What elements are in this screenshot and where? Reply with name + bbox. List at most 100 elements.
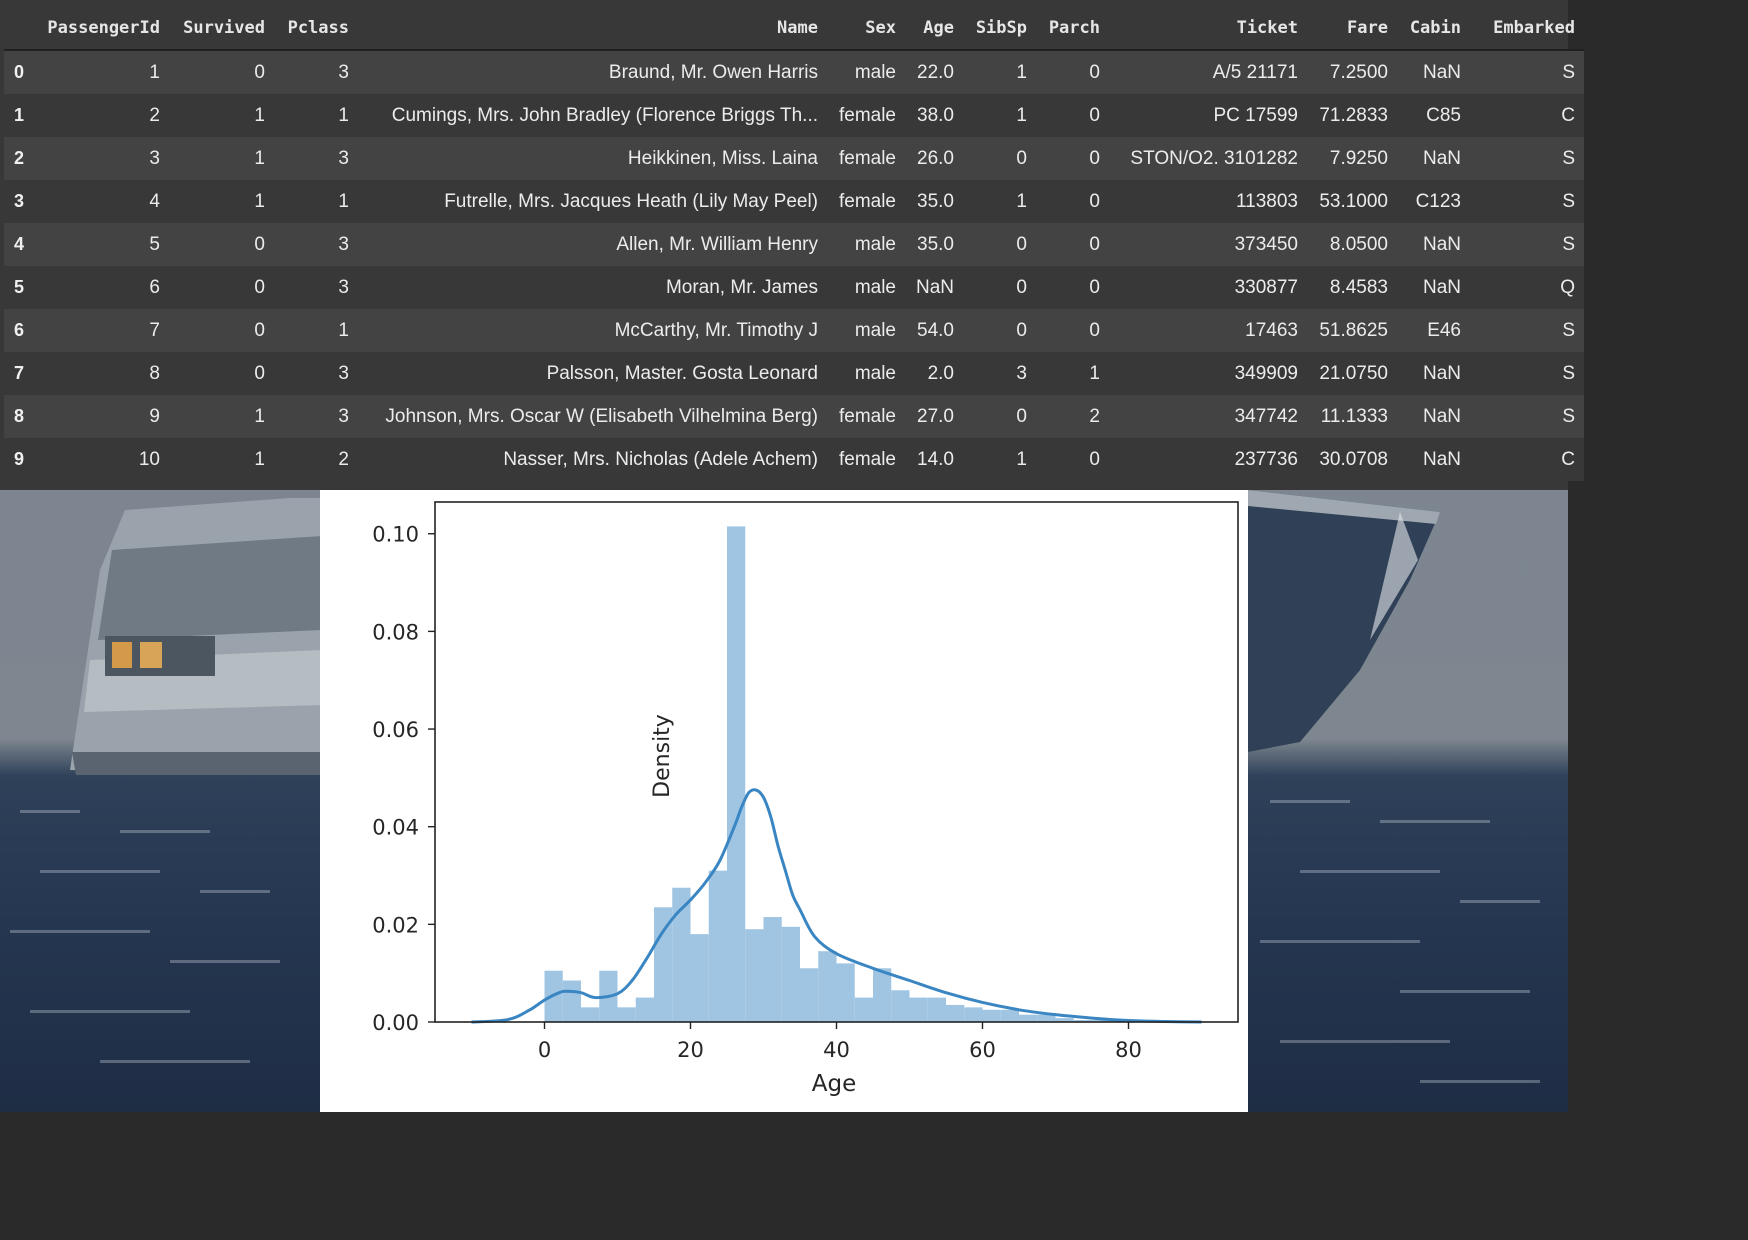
table-cell: 54.0 bbox=[905, 309, 963, 352]
table-cell: male bbox=[827, 266, 905, 309]
table-cell: 3 bbox=[274, 266, 358, 309]
histogram-bar bbox=[708, 870, 727, 1022]
table-cell: Cumings, Mrs. John Bradley (Florence Bri… bbox=[358, 94, 827, 137]
table-cell: A/5 21171 bbox=[1109, 50, 1307, 94]
table-cell: 0 bbox=[963, 266, 1036, 309]
table-cell: 11.1333 bbox=[1307, 395, 1397, 438]
table-cell: 38.0 bbox=[905, 94, 963, 137]
table-cell: S bbox=[1470, 395, 1584, 438]
table-row: 3 4 1 1 Futrelle, Mrs. Jacques Heath (Lily M… bbox=[4, 180, 1584, 223]
table-cell: McCarthy, Mr. Timothy J bbox=[358, 309, 827, 352]
table-cell: 113803 bbox=[1109, 180, 1307, 223]
histogram-bar bbox=[562, 980, 581, 1022]
table-cell: 0 bbox=[169, 50, 274, 94]
y-tick-label: 0.10 bbox=[372, 523, 419, 547]
table-cell: S bbox=[1470, 50, 1584, 94]
table-cell: male bbox=[827, 223, 905, 266]
cruise-ship-left bbox=[70, 498, 322, 775]
column-header: Parch bbox=[1036, 6, 1109, 51]
x-axis-ticks: 0 20 40 60 80 bbox=[538, 1022, 1142, 1062]
table-cell: 22.0 bbox=[905, 50, 963, 94]
row-index: 5 bbox=[4, 266, 40, 309]
table-cell: 1 bbox=[274, 309, 358, 352]
table-row: 7 8 0 3 Palsson, Master. Gosta Leonard male 2.… bbox=[4, 352, 1584, 395]
table-cell: NaN bbox=[1397, 266, 1470, 309]
column-header: Survived bbox=[169, 6, 274, 51]
table-cell: NaN bbox=[1397, 137, 1470, 180]
table-cell: S bbox=[1470, 180, 1584, 223]
table-cell: 3 bbox=[274, 50, 358, 94]
table-cell: 51.8625 bbox=[1307, 309, 1397, 352]
x-tick-label: 80 bbox=[1115, 1038, 1142, 1062]
table-cell: 17463 bbox=[1109, 309, 1307, 352]
table-cell: 21.0750 bbox=[1307, 352, 1397, 395]
table-cell: NaN bbox=[1397, 223, 1470, 266]
table-cell: female bbox=[827, 137, 905, 180]
histogram-bar bbox=[909, 997, 928, 1022]
table-cell: 0 bbox=[1036, 438, 1109, 481]
table-cell: 0 bbox=[169, 309, 274, 352]
table-cell: 349909 bbox=[1109, 352, 1307, 395]
table-cell: 0 bbox=[169, 352, 274, 395]
table-cell: 0 bbox=[169, 223, 274, 266]
table-cell: 1 bbox=[963, 438, 1036, 481]
index-header bbox=[4, 6, 40, 51]
histogram-bars bbox=[544, 526, 1129, 1022]
table-cell: 9 bbox=[40, 395, 169, 438]
row-index: 6 bbox=[4, 309, 40, 352]
table-cell: female bbox=[827, 180, 905, 223]
table-cell: 3 bbox=[963, 352, 1036, 395]
table-cell: 1 bbox=[40, 50, 169, 94]
table-cell: Allen, Mr. William Henry bbox=[358, 223, 827, 266]
table-row: 1 2 1 1 Cumings, Mrs. John Bradley (Florence… bbox=[4, 94, 1584, 137]
row-index: 9 bbox=[4, 438, 40, 481]
dataframe-output: PassengerId Survived Pclass Name Sex Age SibSp… bbox=[0, 0, 1584, 490]
table-cell: NaN bbox=[905, 266, 963, 309]
histogram-bar bbox=[1019, 1014, 1038, 1022]
histogram-bar bbox=[635, 997, 654, 1022]
table-cell: 0 bbox=[1036, 137, 1109, 180]
table-cell: 2 bbox=[274, 438, 358, 481]
table-row: 8 9 1 3 Johnson, Mrs. Oscar W (Elisabeth Vil… bbox=[4, 395, 1584, 438]
chart-canvas: 0 20 40 60 80 0.00 0.02 0.04 0.06 0.08 0.10 Age D… bbox=[372, 501, 1239, 1097]
table-cell: female bbox=[827, 94, 905, 137]
table-cell: E46 bbox=[1397, 309, 1470, 352]
table-cell: Heikkinen, Miss. Laina bbox=[358, 137, 827, 180]
table-cell: 0 bbox=[1036, 50, 1109, 94]
table-cell: 2.0 bbox=[905, 352, 963, 395]
table-cell: 1 bbox=[963, 50, 1036, 94]
histogram-bar bbox=[818, 951, 837, 1022]
table-cell: C bbox=[1470, 438, 1584, 481]
table-cell: 30.0708 bbox=[1307, 438, 1397, 481]
histogram-bar bbox=[690, 934, 709, 1022]
table-cell: Q bbox=[1470, 266, 1584, 309]
table-cell: 0 bbox=[963, 395, 1036, 438]
table-cell: NaN bbox=[1397, 395, 1470, 438]
table-cell: 2 bbox=[40, 94, 169, 137]
table-cell: 14.0 bbox=[905, 438, 963, 481]
y-tick-label: 0.02 bbox=[372, 913, 419, 937]
column-header: Sex bbox=[827, 6, 905, 51]
table-cell: 7 bbox=[40, 309, 169, 352]
table-cell: 1 bbox=[169, 94, 274, 137]
histogram-bar bbox=[800, 968, 819, 1022]
table-row: 2 3 1 3 Heikkinen, Miss. Laina female 26.0 0 0 ST… bbox=[4, 137, 1584, 180]
x-axis-label: Age bbox=[812, 1071, 856, 1097]
row-index: 8 bbox=[4, 395, 40, 438]
table-cell: 7.9250 bbox=[1307, 137, 1397, 180]
dataframe-table: PassengerId Survived Pclass Name Sex Age SibSp… bbox=[4, 6, 1584, 481]
column-header: Cabin bbox=[1397, 6, 1470, 51]
histogram-bar bbox=[781, 926, 800, 1022]
table-cell: Futrelle, Mrs. Jacques Heath (Lily May P… bbox=[358, 180, 827, 223]
table-cell: 3 bbox=[274, 395, 358, 438]
row-index: 2 bbox=[4, 137, 40, 180]
column-header: Name bbox=[358, 6, 827, 51]
table-cell: 3 bbox=[40, 137, 169, 180]
table-cell: 1 bbox=[169, 438, 274, 481]
histogram-bar bbox=[873, 968, 892, 1022]
table-cell: Nasser, Mrs. Nicholas (Adele Achem) bbox=[358, 438, 827, 481]
histogram-bar bbox=[836, 963, 855, 1022]
x-tick-label: 40 bbox=[823, 1038, 850, 1062]
column-header: PassengerId bbox=[40, 6, 169, 51]
table-cell: Palsson, Master. Gosta Leonard bbox=[358, 352, 827, 395]
